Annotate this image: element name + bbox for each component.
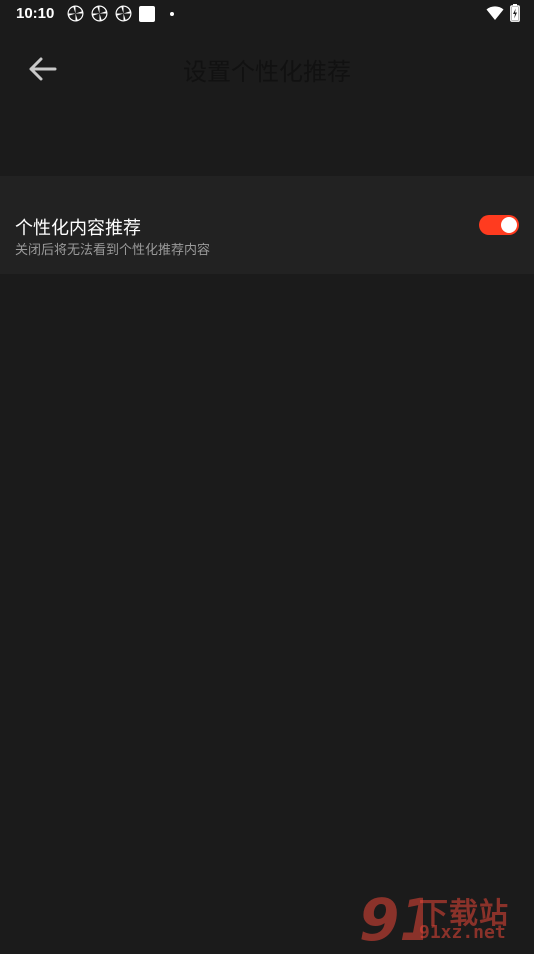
pinwheel-icon	[115, 5, 132, 22]
wifi-icon	[486, 5, 504, 25]
pinwheel-icon	[67, 5, 84, 22]
toggle-knob	[501, 217, 517, 233]
watermark-logo-icon: 91	[359, 886, 440, 954]
watermark-bottom-text: 91xz.net	[419, 922, 506, 943]
setting-title: 个性化内容推荐	[15, 218, 141, 239]
personalized-recommendation-setting[interactable]: 个性化内容推荐 关闭后将无法看到个性化推荐内容	[0, 176, 534, 274]
battery-charging-icon	[510, 4, 520, 26]
app-bar: 设置个性化推荐	[0, 28, 534, 112]
status-bar: 10:10	[0, 0, 534, 28]
page-title: 设置个性化推荐	[183, 58, 351, 86]
watermark: 91 下载站 91xz.net	[359, 886, 534, 954]
square-app-icon	[139, 5, 155, 22]
pinwheel-icon	[91, 5, 108, 22]
status-time: 10:10	[16, 5, 55, 22]
svg-text:91: 91	[359, 888, 423, 950]
dot-icon	[170, 11, 174, 16]
notification-icons	[67, 5, 174, 22]
setting-subtitle: 关闭后将无法看到个性化推荐内容	[15, 243, 211, 258]
personalized-recommendation-toggle[interactable]	[479, 215, 519, 235]
system-icons	[486, 4, 520, 26]
